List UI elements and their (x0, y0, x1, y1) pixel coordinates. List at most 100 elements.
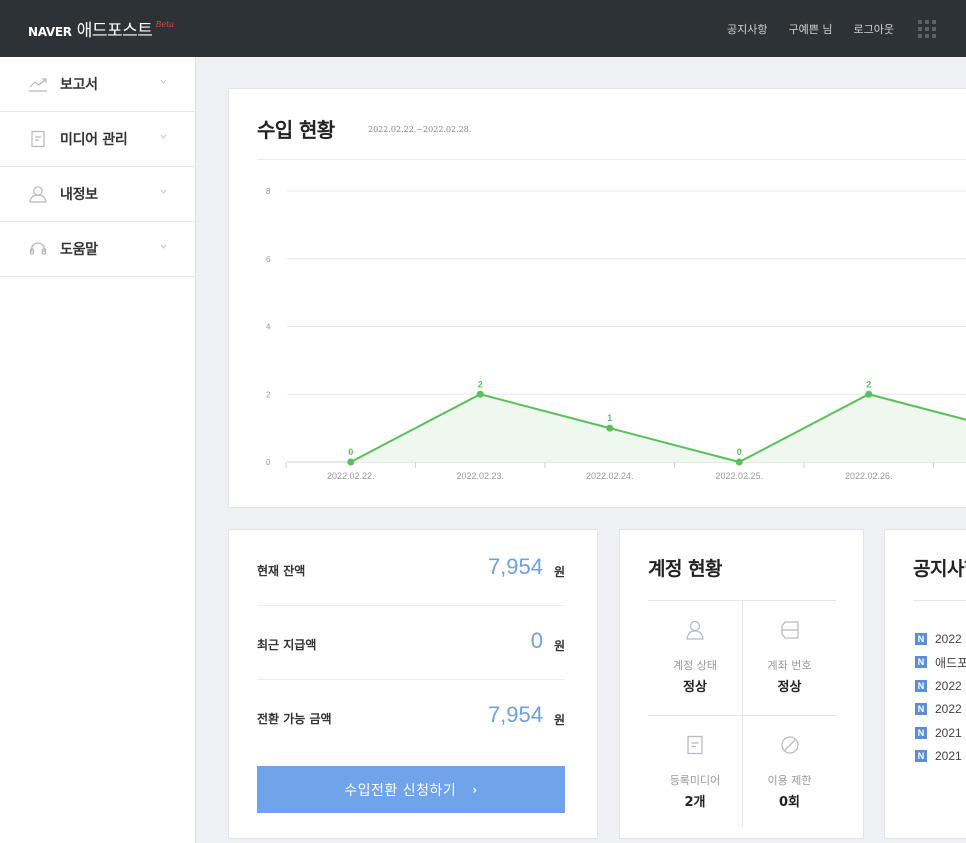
notice-item-title: 2022 (935, 678, 962, 693)
registered-media-cell[interactable]: 등록미디어 2개 (648, 716, 742, 827)
top-bar: NAVER 애드포스트 Beta 공지사항 구예쁜 님 로그아웃 (0, 0, 966, 57)
sidebar-item-label: 보고서 (60, 77, 98, 93)
balance-card: 현재 잔액 7,954 원 최근 지급액 0 원 전환 가능 금액 7,954 … (228, 529, 598, 839)
convertible-amount: 7,954 (487, 702, 543, 727)
sidebar-item-report[interactable]: 보고서 (0, 57, 195, 112)
income-chart: 024682022.02.22. 2022.02.23. 2022.02.24. 20… (266, 187, 966, 481)
notice-item[interactable]: N 애드포 (915, 651, 966, 675)
chevron-down-icon (160, 189, 167, 194)
sidebar-item-label: 도움말 (60, 242, 98, 258)
data-point (735, 458, 743, 466)
bank-account-cell[interactable]: 계좌 번호 정상 (742, 601, 836, 715)
current-balance-amount: 7,954 (487, 554, 543, 579)
balance-row-convertible: 전환 가능 금액 7,954 원 (257, 680, 565, 754)
headset-icon (27, 240, 49, 258)
new-badge-icon: N (915, 726, 927, 739)
new-badge-icon: N (915, 632, 927, 645)
chevron-down-icon (160, 79, 167, 84)
registered-media-value: 2개 (684, 795, 706, 810)
account-state-value: 정상 (683, 680, 707, 695)
notice-item-title: 2022 (935, 702, 962, 717)
currency-unit: 원 (553, 639, 565, 653)
logout-link[interactable]: 로그아웃 (854, 21, 894, 37)
account-state-label: 계정 상태 (673, 659, 717, 672)
new-badge-icon: N (915, 703, 927, 716)
grid-apps-icon[interactable] (918, 19, 936, 38)
area-fill (350, 394, 966, 462)
user-name-link[interactable]: 구예쁜 님 (789, 21, 833, 37)
data-label: 2 (866, 379, 871, 389)
top-nav: 공지사항 구예쁜 님 로그아웃 (706, 0, 936, 57)
sidebar: 보고서 미디어 관리 내정보 도움말 (0, 57, 196, 843)
y-tick-label: 0 (266, 458, 271, 467)
sidebar-item-label: 내정보 (60, 187, 98, 203)
notice-item-title: 애드포 (935, 655, 966, 670)
notice-item-title: 2021 (935, 725, 962, 740)
account-status-card: 계정 현황 계정 상태 정상 계좌 번호 정상 등록미디어 2개 이용 제한 0… (619, 529, 864, 839)
usage-restriction-label: 이용 제한 (767, 774, 812, 787)
notice-item[interactable]: N 2022 (915, 674, 966, 698)
x-tick-label: 2022.02.25. (715, 471, 763, 481)
currency-unit: 원 (553, 713, 565, 727)
data-point (865, 390, 873, 398)
notice-item-title: 2021 (935, 749, 962, 764)
currency-unit: 원 (553, 565, 565, 579)
y-tick-label: 4 (266, 323, 271, 332)
logo-naver: NAVER (28, 25, 72, 39)
prohibited-icon (780, 736, 799, 754)
recent-payment-amount: 0 (530, 628, 543, 653)
sidebar-item-myinfo[interactable]: 내정보 (0, 167, 195, 222)
bank-account-label: 계좌 번호 (767, 659, 812, 672)
divider (913, 600, 966, 601)
naver-adpost-logo[interactable]: NAVER 애드포스트 Beta (28, 16, 174, 41)
button-label: 수입전환 신청하기 (344, 782, 457, 799)
new-badge-icon: N (915, 656, 927, 669)
data-label: 0 (348, 447, 353, 457)
usage-restriction-cell[interactable]: 이용 제한 0회 (742, 716, 836, 827)
y-tick-label: 2 (266, 390, 271, 399)
account-state-cell[interactable]: 계정 상태 정상 (648, 601, 742, 715)
y-tick-label: 6 (266, 255, 271, 264)
sidebar-item-media[interactable]: 미디어 관리 (0, 112, 195, 167)
income-conversion-request-button[interactable]: 수입전환 신청하기 › (257, 766, 565, 813)
chevron-down-icon (160, 244, 167, 249)
new-badge-icon: N (915, 750, 927, 763)
registered-media-label: 등록미디어 (669, 774, 721, 787)
notice-item[interactable]: N 2022 (915, 627, 966, 651)
notice-title: 공지사항 (913, 558, 966, 580)
user-icon (686, 620, 704, 640)
x-tick-label: 2022.02.22. (327, 471, 375, 481)
chevron-right-icon: › (472, 782, 478, 797)
notice-item-title: 2022 (935, 631, 962, 646)
account-status-title: 계정 현황 (648, 558, 723, 580)
notice-link[interactable]: 공지사항 (727, 21, 767, 37)
data-point (606, 424, 614, 432)
user-icon (27, 185, 49, 203)
notice-card: 공지사항 N 2022 N 애드포 N 2022 N 2022 N 2021 N… (884, 529, 966, 839)
data-label: 1 (607, 413, 612, 423)
new-badge-icon: N (915, 679, 927, 692)
recent-payment-label: 최근 지급액 (257, 638, 317, 652)
notice-item[interactable]: N 2021 (915, 745, 966, 769)
x-tick-label: 2022.02.24. (586, 471, 634, 481)
data-point (347, 458, 355, 466)
balance-row-current: 현재 잔액 7,954 원 (257, 532, 565, 606)
beta-badge: Beta (155, 20, 175, 29)
logo-product-name: 애드포스트 (76, 21, 153, 41)
sidebar-item-label: 미디어 관리 (60, 132, 128, 148)
x-tick-label: 2022.02.26. (845, 471, 893, 481)
current-balance-label: 현재 잔액 (257, 564, 306, 578)
chart-line-icon (27, 75, 49, 93)
account-status-grid: 계정 상태 정상 계좌 번호 정상 등록미디어 2개 이용 제한 0회 (648, 600, 836, 827)
document-icon (27, 130, 49, 148)
document-icon (687, 735, 703, 755)
balance-row-recent-payment: 최근 지급액 0 원 (257, 606, 565, 680)
notice-list: N 2022 N 애드포 N 2022 N 2022 N 2021 N 2021 (915, 627, 966, 768)
convertible-amount-label: 전환 가능 금액 (257, 712, 332, 726)
sidebar-item-help[interactable]: 도움말 (0, 222, 195, 277)
data-label: 0 (737, 447, 742, 457)
x-tick-label: 2022.02.23. (456, 471, 504, 481)
notice-item[interactable]: N 2021 (915, 721, 966, 745)
y-tick-label: 8 (266, 187, 271, 196)
notice-item[interactable]: N 2022 (915, 698, 966, 722)
